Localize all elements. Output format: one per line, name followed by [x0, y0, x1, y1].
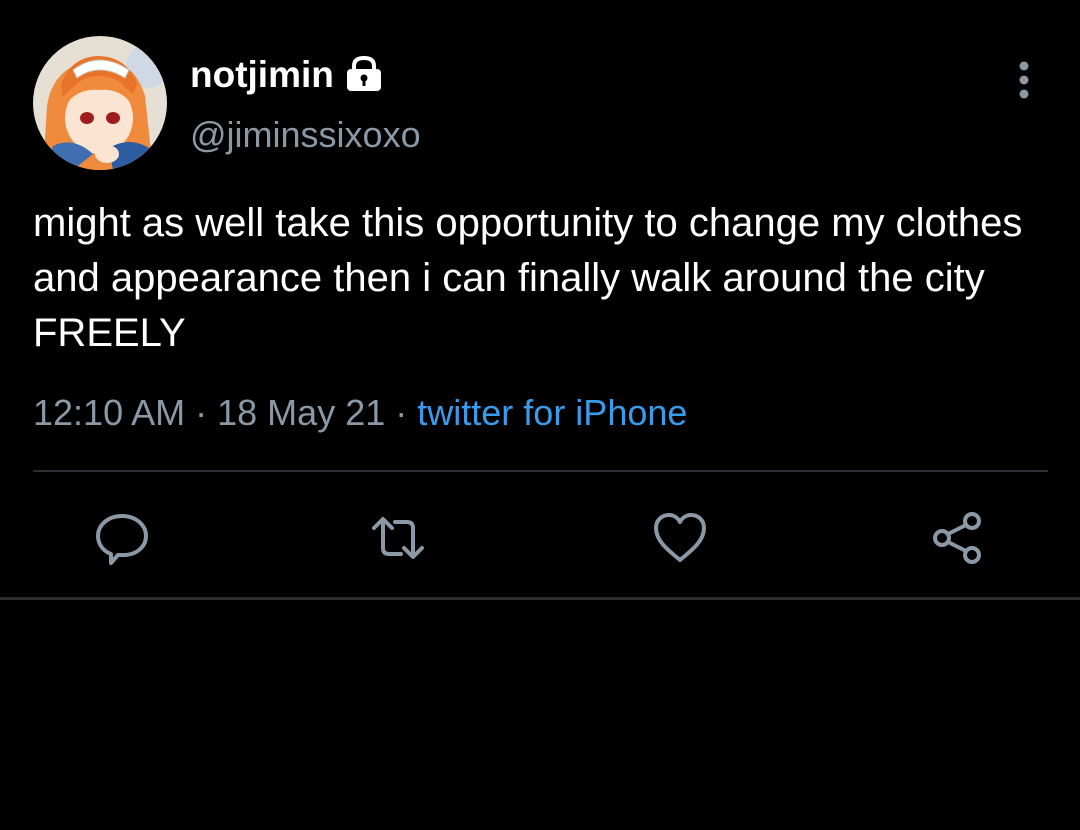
display-name-row: notjimin	[190, 50, 384, 100]
heart-icon[interactable]	[650, 508, 710, 568]
retweet-icon[interactable]	[368, 508, 428, 568]
tweet-meta: 12:10 AM · 18 May 21 · twitter for iPhon…	[33, 392, 687, 434]
divider	[0, 597, 1080, 600]
tweet-text: might as well take this opportunity to c…	[33, 201, 1023, 355]
avatar-image	[33, 36, 167, 170]
tweet-date[interactable]: 18 May 21	[217, 392, 385, 433]
tweet-time[interactable]: 12:10 AM	[33, 392, 185, 433]
reply-icon[interactable]	[92, 508, 152, 568]
display-name[interactable]: notjimin	[190, 54, 334, 96]
tweet-source-link[interactable]: twitter for iPhone	[417, 392, 687, 433]
user-handle[interactable]: @jiminssixoxo	[190, 114, 421, 156]
tweet-detail: notjimin @jiminssixoxo might as well tak…	[0, 0, 1080, 830]
meta-separator: ·	[395, 392, 408, 433]
lock-icon	[344, 55, 384, 97]
divider	[33, 470, 1048, 472]
share-icon[interactable]	[928, 508, 988, 568]
avatar[interactable]	[33, 36, 167, 170]
meta-separator: ·	[195, 392, 208, 433]
more-vertical-icon[interactable]	[1008, 58, 1040, 102]
